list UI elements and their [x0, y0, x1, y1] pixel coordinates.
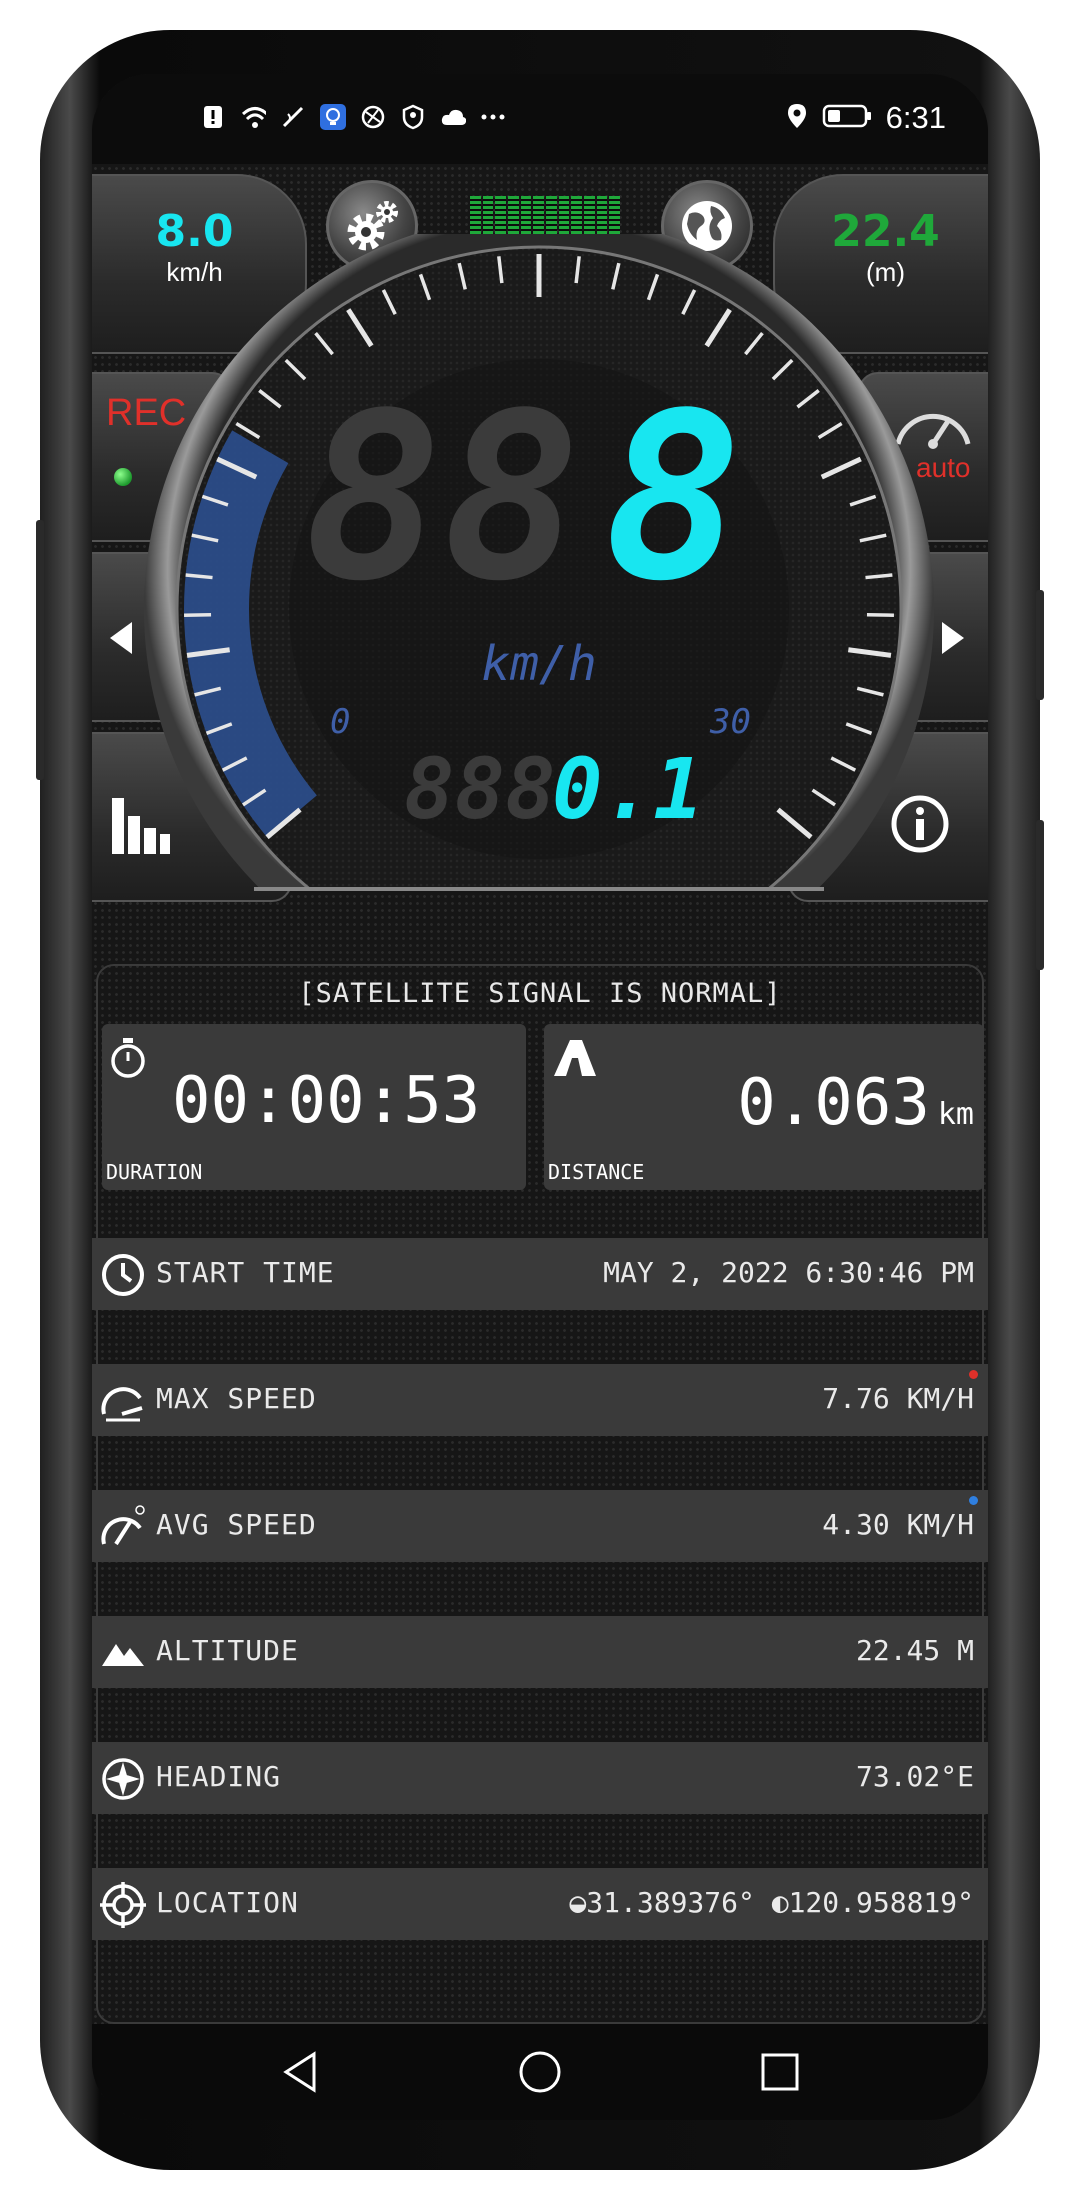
back-icon [283, 2051, 316, 2093]
nfc-icon [280, 104, 306, 130]
duration-value: 00:00:53 [172, 1064, 481, 1138]
recents-button[interactable] [752, 2044, 808, 2100]
max-speed-row: MAX SPEED 7.76 KM/H [92, 1364, 988, 1436]
side-button [1036, 820, 1044, 970]
rec-status-led [114, 468, 132, 486]
arrow-left-icon [110, 622, 132, 654]
gauge-unit: km/h [481, 636, 597, 692]
home-button[interactable] [512, 2044, 568, 2100]
location-label: LOCATION [156, 1886, 299, 1919]
cloud-icon [440, 104, 466, 130]
power-button [1036, 590, 1044, 700]
max-speed-icon [101, 1387, 143, 1422]
location-value: ◒31.389376° ◐120.958819° [569, 1886, 974, 1919]
screen: 6:31 8.0 km/h 22.4 (m) REC auto 88 8 km/… [92, 74, 988, 2120]
start-time-row: START TIME MAY 2, 2022 6:30:46 PM [92, 1238, 988, 1310]
navigation-bar [92, 2024, 988, 2120]
altitude-row: ALTITUDE 22.45 M [92, 1616, 988, 1688]
distance-value: 0.063 [737, 1066, 930, 1140]
start-time-label: START TIME [156, 1256, 335, 1289]
recents-icon [761, 2053, 799, 2091]
speed-gauge: 88 8 km/h 0 30 888 0.1 [142, 234, 936, 934]
altitude-row-value: 22.45 M [855, 1634, 974, 1667]
wifi-icon [240, 104, 266, 130]
altitude-label: ALTITUDE [156, 1634, 299, 1667]
heading-value: 73.02°E [855, 1760, 974, 1793]
distance-readout: 0.063 km [737, 1066, 974, 1140]
bulb-icon [320, 104, 346, 130]
scale-min-label: 0 [330, 702, 351, 742]
start-time-value: MAY 2, 2022 6:30:46 PM [603, 1256, 974, 1289]
road-icon [554, 1040, 596, 1076]
compass-icon [102, 1758, 144, 1800]
avg-speed-label: AVG SPEED [156, 1508, 317, 1541]
volume-button [36, 520, 44, 780]
avg-speed-marker [969, 1496, 978, 1505]
alert-icon [200, 104, 226, 130]
arrow-right-icon [942, 622, 964, 654]
avg-speed-value: 4.30 KM/H [822, 1508, 974, 1541]
heading-row: HEADING 73.02°E [92, 1742, 988, 1814]
speed-digit-active: 8 [604, 365, 743, 632]
distance-label: DISTANCE [548, 1160, 645, 1184]
shield-icon [400, 104, 426, 130]
max-speed-marker [969, 1370, 978, 1379]
max-speed-label: MAX SPEED [156, 1382, 317, 1415]
clock: 6:31 [885, 100, 946, 135]
odometer-background: 888 [404, 740, 556, 838]
stopwatch-icon [111, 1038, 145, 1078]
max-speed-value: 7.76 KM/H [822, 1382, 974, 1415]
avg-speed-icon [101, 1505, 145, 1546]
odometer-value: 0.1 [552, 740, 704, 838]
mountain-icon [102, 1644, 144, 1666]
vpn-icon [360, 104, 386, 130]
crosshair-icon [100, 1882, 146, 1928]
clock-icon [102, 1254, 144, 1296]
duration-label: DURATION [106, 1160, 203, 1184]
location-row: LOCATION ◒31.389376° ◐120.958819° [92, 1868, 988, 1940]
trip-info-panel: [SATELLITE SIGNAL IS NORMAL] 00:00:53 DU… [92, 964, 988, 2024]
home-icon [519, 2051, 561, 2093]
satellite-signal-status: [SATELLITE SIGNAL IS NORMAL] [298, 978, 782, 1009]
scale-max-label: 30 [710, 702, 751, 742]
speed-digits-background: 88 [304, 365, 581, 632]
battery-icon [822, 103, 872, 133]
distance-card: 0.063 km DISTANCE [544, 1024, 984, 1190]
avg-speed-row: AVG SPEED 4.30 KM/H [92, 1490, 988, 1562]
distance-unit: km [937, 1097, 974, 1132]
location-icon [786, 102, 808, 134]
status-bar: 6:31 [92, 74, 988, 164]
duration-card: 00:00:53 DURATION [102, 1024, 526, 1190]
back-button[interactable] [272, 2044, 328, 2100]
heading-label: HEADING [156, 1760, 282, 1793]
more-icon [480, 104, 506, 130]
